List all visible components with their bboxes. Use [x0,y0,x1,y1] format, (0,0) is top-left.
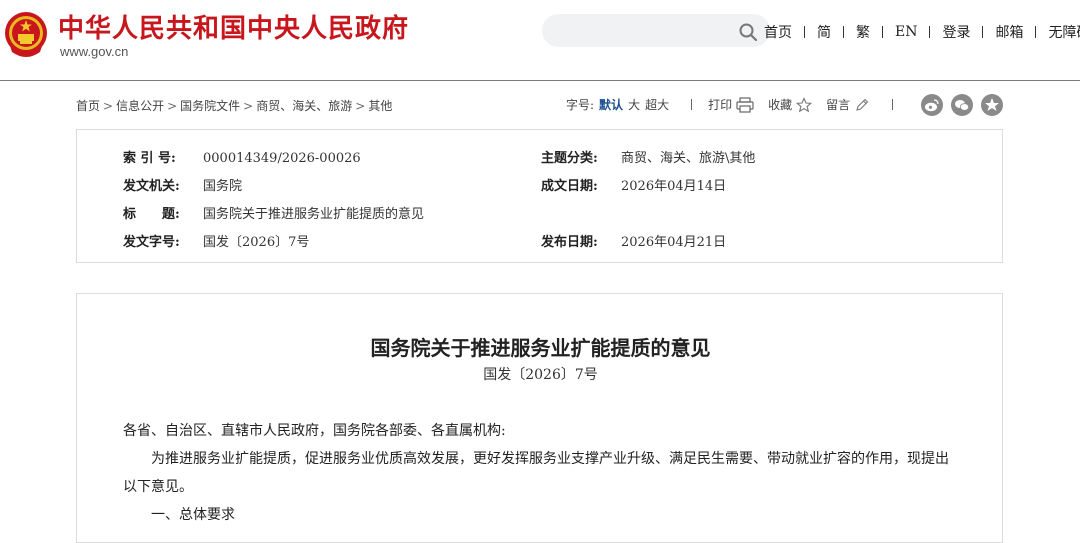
meta-docno-value: 国发〔2026〕7号 [203,235,310,250]
nav-divider [882,26,883,38]
document-intro: 为推进服务业扩能提质，促进服务业优质高效发展，更好发挥服务业支撑产业升级、满足民… [123,451,949,495]
meta-published-date-row: 发布日期: 2026年04月21日 [541,231,726,250]
share-wechat[interactable] [951,94,973,116]
nav-divider [843,26,844,38]
nav-home[interactable]: 首页 [764,22,792,42]
meta-subject-value: 国务院关于推进服务业扩能提质的意见 [203,207,425,222]
meta-docno-row: 发文字号: 国发〔2026〕7号 [123,231,309,250]
meta-issuer-label: 发文机关: [123,179,180,194]
meta-category-label: 主题分类: [541,151,598,166]
font-size-large[interactable]: 大 [628,96,640,113]
document-meta-box: 索 引 号: 000014349/2026-00026 发文机关: 国务院 标 题:… [76,129,1003,263]
breadcrumb-separator: > [167,99,178,113]
search-input[interactable] [556,21,740,43]
search-icon[interactable] [738,22,758,42]
meta-written-date-label: 成文日期: [541,179,598,194]
meta-index-label: 索 引 号: [123,151,176,166]
share-qzone[interactable] [981,94,1003,116]
nav-simplified[interactable]: 简 [817,22,831,42]
national-emblem-icon[interactable] [4,10,48,58]
document-number: 国发〔2026〕7号 [483,367,598,383]
meta-category-row: 主题分类: 商贸、海关、旅游\其他 [541,147,755,166]
meta-subject-label: 标 题: [123,207,180,222]
comment-button[interactable]: 留言 [826,96,870,113]
meta-written-date-row: 成文日期: 2026年04月14日 [541,175,726,194]
favorite-label: 收藏 [768,98,793,112]
document-section-heading: 一、总体要求 [151,507,235,523]
breadcrumb-state-council-docs[interactable]: 国务院文件 [180,99,240,113]
nav-accessibility[interactable]: 无障碍 [1048,22,1080,42]
nav-divider [804,26,805,38]
breadcrumb-info-public[interactable]: 信息公开 [116,99,164,113]
meta-published-date-label: 发布日期: [541,235,598,250]
tools-divider [892,99,894,110]
article-tools: 字号: 默认 大 超大 打印 收藏 留言 [566,96,894,113]
breadcrumb-separator: > [355,99,366,113]
print-label: 打印 [708,98,733,112]
top-nav: 首页 简 繁 EN 登录 邮箱 无障碍 [764,22,1080,42]
meta-issuer-row: 发文机关: 国务院 [123,175,242,194]
meta-issuer-value: 国务院 [203,179,243,194]
font-size-xlarge[interactable]: 超大 [645,96,669,113]
site-title[interactable]: 中华人民共和国中央人民政府 [58,8,409,45]
meta-published-date-value: 2026年04月21日 [621,235,727,250]
meta-category-value: 商贸、海关、旅游\其他 [621,151,756,166]
meta-subject-row: 标 题: 国务院关于推进服务业扩能提质的意见 [123,203,424,222]
nav-login[interactable]: 登录 [942,22,970,42]
document-salutation: 各省、自治区、直辖市人民政府，国务院各部委、各直属机构: [123,423,506,439]
comment-label: 留言 [826,98,851,112]
print-button[interactable]: 打印 [708,96,754,113]
search-box [542,14,770,47]
nav-divider [1035,26,1037,38]
document-title: 国务院关于推进服务业扩能提质的意见 [370,336,711,360]
share-weibo[interactable] [921,94,943,116]
font-size-default[interactable]: 默认 [599,96,623,113]
breadcrumb-separator: > [243,99,254,113]
star-icon [796,96,813,112]
nav-mail[interactable]: 邮箱 [995,22,1023,42]
printer-icon [736,96,754,113]
favorite-button[interactable]: 收藏 [768,96,813,113]
font-size-label: 字号: [566,98,595,112]
nav-traditional[interactable]: 繁 [856,22,870,42]
weibo-icon [925,99,939,112]
document-content: 国务院关于推进服务业扩能提质的意见 国发〔2026〕7号 各省、自治区、直辖市人… [76,293,1003,543]
tools-divider [691,99,693,110]
qzone-star-icon [985,98,999,111]
breadcrumb-other[interactable]: 其他 [368,99,392,113]
meta-written-date-value: 2026年04月14日 [621,179,727,194]
nav-english[interactable]: EN [895,24,917,40]
meta-index-row: 索 引 号: 000014349/2026-00026 [123,147,361,166]
meta-docno-label: 发文字号: [123,235,180,250]
wechat-icon [955,100,970,111]
site-header: 中华人民共和国中央人民政府 www.gov.cn 首页 简 繁 EN 登录 邮箱… [0,0,1080,81]
breadcrumb-category[interactable]: 商贸、海关、旅游 [256,99,352,113]
meta-index-value: 000014349/2026-00026 [203,151,361,166]
site-url[interactable]: www.gov.cn [60,44,128,59]
breadcrumb-home[interactable]: 首页 [76,99,100,113]
nav-divider [929,26,931,38]
pencil-icon [856,98,869,111]
breadcrumb: 首页 > 信息公开 > 国务院文件 > 商贸、海关、旅游 > 其他 [76,97,392,114]
nav-divider [982,26,984,38]
breadcrumb-separator: > [103,99,114,113]
